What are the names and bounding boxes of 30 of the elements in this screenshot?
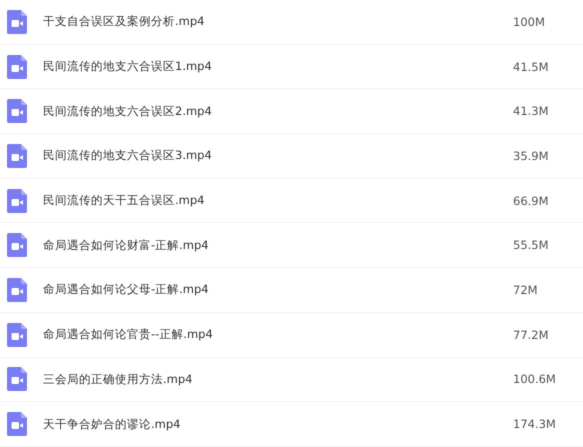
video-file-icon: [7, 322, 27, 347]
file-size: 77.2M: [513, 328, 550, 342]
video-file-icon: [7, 278, 27, 302]
file-size: 100M: [513, 14, 546, 29]
file-size: 174.3M: [513, 417, 557, 432]
file-name[interactable]: 命局遇合如何论父母-正解.mp4: [43, 282, 513, 298]
video-file-icon: [7, 10, 27, 34]
video-file-icon: [7, 367, 27, 392]
file-size: 100.6M: [513, 372, 557, 386]
video-file-icon: [7, 99, 27, 124]
file-name[interactable]: 民间流传的天干五合误区.mp4: [43, 193, 513, 208]
file-size: 72M: [513, 282, 539, 297]
file-name[interactable]: 民间流传的地支六合误区3.mp4: [43, 148, 513, 164]
file-size: 41.3M: [513, 104, 550, 118]
file-name[interactable]: 命局遇合如何论财富-正解.mp4: [43, 238, 513, 253]
file-size: 66.9M: [513, 194, 550, 208]
file-name[interactable]: 民间流传的地支六合误区2.mp4: [43, 104, 513, 119]
file-name[interactable]: 命局遇合如何论官贵--正解.mp4: [43, 327, 513, 342]
file-size: 55.5M: [513, 238, 550, 252]
file-name[interactable]: 三会局的正确使用方法.mp4: [43, 372, 513, 387]
file-name[interactable]: 天干争合妒合的谬论.mp4: [43, 416, 513, 432]
file-size: 35.9M: [513, 148, 550, 163]
video-file-icon: [7, 54, 27, 79]
video-file-icon: [7, 233, 27, 258]
file-name[interactable]: 干支自合误区及案例分析.mp4: [43, 14, 513, 30]
file-size: 41.5M: [513, 60, 550, 74]
video-file-icon: [7, 188, 27, 213]
video-file-icon: [7, 144, 27, 168]
video-file-icon: [7, 412, 27, 436]
file-name[interactable]: 民间流传的地支六合误区1.mp4: [43, 59, 513, 74]
